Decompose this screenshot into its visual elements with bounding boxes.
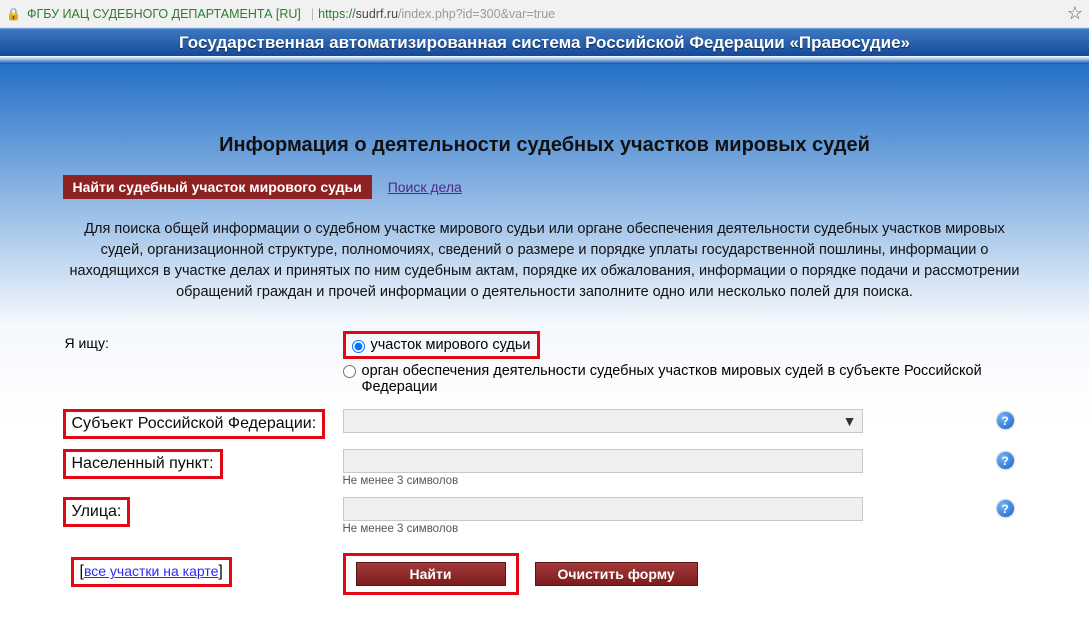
radio-organ[interactable] — [343, 365, 356, 378]
site-title: Государственная автоматизированная систе… — [179, 33, 910, 53]
page-title: Информация о деятельности судебных участ… — [55, 134, 1035, 157]
search-form: Я ищу: участок мирового судьи орган обес… — [55, 321, 1035, 595]
url-path: /index.php?id=300&var=true — [398, 7, 555, 21]
highlight-box-find: Найти — [343, 553, 519, 595]
tabs-row: Найти судебный участок мирового судьи По… — [63, 175, 1035, 199]
bookmark-star-icon[interactable]: ☆ — [1067, 3, 1083, 24]
map-link[interactable]: все участки на карте — [84, 563, 218, 579]
highlight-box-subject: Субъект Российской Федерации: — [63, 409, 326, 439]
button-row: Найти Очистить форму — [343, 553, 1027, 595]
highlight-box-street: Улица: — [63, 497, 131, 527]
page-body: Информация о деятельности судебных участ… — [0, 64, 1089, 623]
map-link-cell: [все участки на карте] — [63, 545, 333, 587]
street-input-wrap: Не менее 3 символов — [343, 497, 987, 535]
ev-cert-label: ФГБУ ИАЦ СУДЕБНОГО ДЕПАРТАМЕНТА [RU] — [27, 7, 301, 21]
tab-find-court[interactable]: Найти судебный участок мирового судьи — [63, 175, 372, 199]
subject-select[interactable] — [343, 409, 863, 433]
url-host: sudrf.ru — [356, 7, 398, 21]
street-label-wrap: Улица: — [63, 497, 333, 527]
help-icon[interactable]: ? — [997, 412, 1014, 429]
clear-button[interactable]: Очистить форму — [535, 562, 698, 586]
help-icon[interactable]: ? — [997, 452, 1014, 469]
street-label: Улица: — [72, 503, 122, 520]
radio-court[interactable] — [352, 340, 365, 353]
search-kind-radios: участок мирового судьи орган обеспечения… — [343, 331, 987, 399]
find-button[interactable]: Найти — [356, 562, 506, 586]
city-label-wrap: Населенный пункт: — [63, 449, 333, 479]
header-ribbon — [0, 56, 1089, 64]
radio-court-label: участок мирового судьи — [371, 337, 531, 353]
city-input[interactable] — [343, 449, 863, 473]
radio-row-court: участок мирового судьи — [343, 331, 987, 359]
subject-input-wrap: ▼ — [343, 409, 863, 433]
city-input-wrap: Не менее 3 символов — [343, 449, 987, 487]
street-hint: Не менее 3 символов — [343, 523, 987, 535]
radio-row-organ: орган обеспечения деятельности судебных … — [343, 363, 987, 395]
street-input[interactable] — [343, 497, 863, 521]
tab-case-search[interactable]: Поиск дела — [388, 179, 462, 195]
address-separator: | — [311, 7, 314, 21]
intro-text: Для поиска общей информации о судебном у… — [55, 219, 1035, 321]
subject-label-wrap: Субъект Российской Федерации: — [63, 409, 333, 439]
url-box[interactable]: https://sudrf.ru/index.php?id=300&var=tr… — [318, 7, 555, 21]
city-label: Населенный пункт: — [72, 455, 214, 472]
subject-label: Субъект Российской Федерации: — [72, 415, 317, 432]
site-header: Государственная автоматизированная систе… — [0, 28, 1089, 56]
city-hint: Не менее 3 символов — [343, 475, 987, 487]
highlight-box-city: Населенный пункт: — [63, 449, 223, 479]
help-icon[interactable]: ? — [997, 500, 1014, 517]
browser-address-bar: 🔒 ФГБУ ИАЦ СУДЕБНОГО ДЕПАРТАМЕНТА [RU] |… — [0, 0, 1089, 28]
url-scheme: https:// — [318, 7, 356, 21]
highlight-box-map-link: [все участки на карте] — [71, 557, 232, 587]
radio-organ-label: орган обеспечения деятельности судебных … — [362, 363, 987, 395]
lock-icon: 🔒 — [6, 7, 21, 21]
highlight-box-radio1: участок мирового судьи — [343, 331, 540, 359]
content-wrap: Информация о деятельности судебных участ… — [55, 134, 1035, 595]
search-kind-label: Я ищу: — [63, 331, 333, 353]
